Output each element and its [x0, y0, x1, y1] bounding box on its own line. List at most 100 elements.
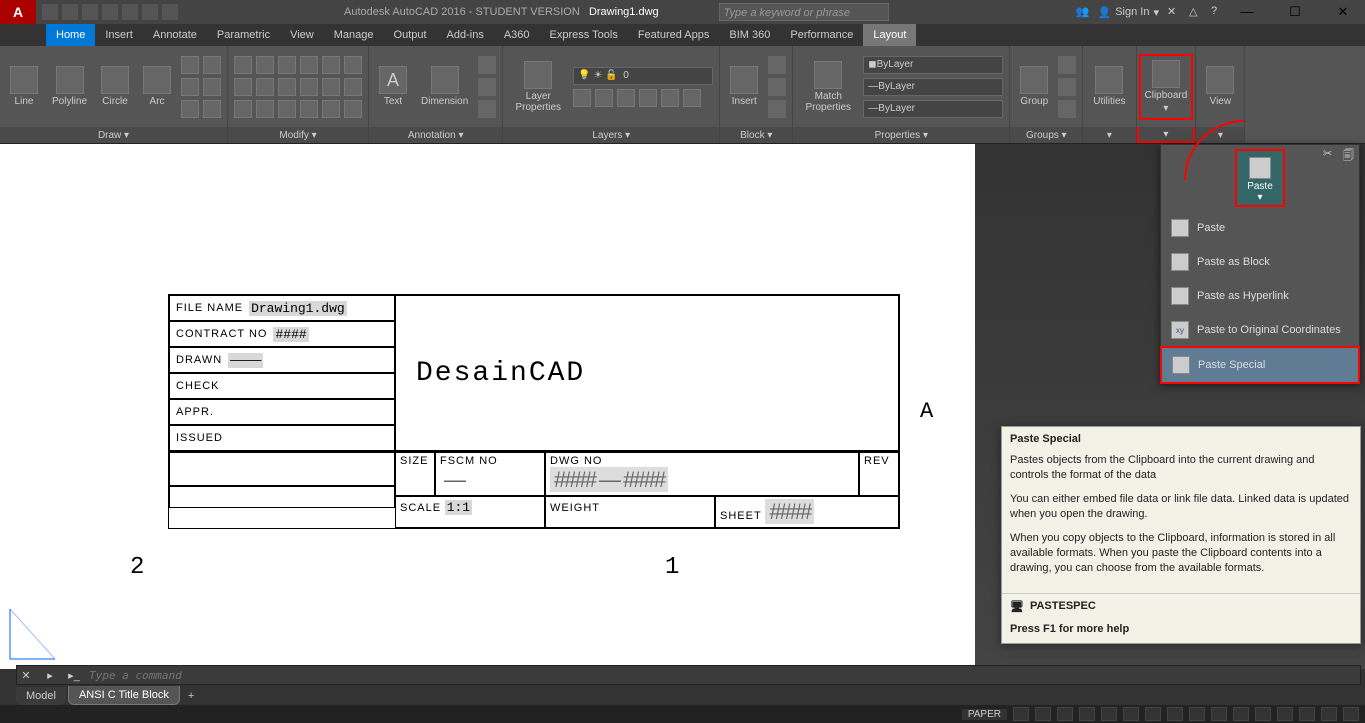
menu-paste[interactable]: Paste [1161, 211, 1359, 245]
tb-dwg-value[interactable]: #### — #### [550, 467, 668, 492]
color-selector[interactable]: ◼ ByLayer [863, 56, 1003, 74]
new-icon[interactable] [42, 4, 58, 20]
anno-icon[interactable] [1233, 707, 1249, 721]
snap-icon[interactable] [1035, 707, 1051, 721]
explode-icon[interactable] [256, 78, 274, 96]
tab-express[interactable]: Express Tools [540, 24, 628, 46]
group-button[interactable]: Group [1016, 64, 1052, 109]
close-button[interactable]: ✕ [1329, 4, 1357, 20]
command-line[interactable]: ✕ ▸ ▸_ [16, 665, 1361, 685]
save-icon[interactable] [82, 4, 98, 20]
edit-icon[interactable] [344, 100, 362, 118]
erase-icon[interactable] [300, 56, 318, 74]
utilities-button[interactable]: Utilities [1089, 64, 1129, 109]
menu-paste-special[interactable]: Paste Special [1160, 346, 1360, 384]
mtext-icon[interactable] [478, 100, 496, 118]
tab-addins[interactable]: Add-ins [437, 24, 494, 46]
grid-icon[interactable] [1013, 707, 1029, 721]
tb-sheet-value[interactable]: #### [765, 499, 814, 524]
maximize-button[interactable]: ☐ [1281, 4, 1309, 20]
panel-block-label[interactable]: Block ▾ [720, 127, 792, 143]
menu-paste-hyperlink[interactable]: Paste as Hyperlink [1161, 279, 1359, 313]
draw-rect-icon[interactable] [181, 56, 199, 74]
clipboard-dropdown[interactable]: ▾ [1137, 127, 1196, 143]
tab-view[interactable]: View [280, 24, 324, 46]
leader-icon[interactable] [478, 56, 496, 74]
polar-icon[interactable] [1079, 707, 1095, 721]
tb-contract-value[interactable]: #### [273, 327, 308, 342]
insert-button[interactable]: Insert [726, 64, 762, 109]
lengthen-icon[interactable] [322, 100, 340, 118]
panel-annotation-label[interactable]: Annotation ▾ [369, 127, 502, 143]
tab-annotate[interactable]: Annotate [143, 24, 207, 46]
draw-point-icon[interactable] [181, 100, 199, 118]
tab-bim360[interactable]: BIM 360 [719, 24, 780, 46]
menu-paste-block[interactable]: Paste as Block [1161, 245, 1359, 279]
lwt-icon[interactable] [1145, 707, 1161, 721]
search-box[interactable]: Type a keyword or phrase [719, 3, 889, 21]
layer-lock-icon[interactable] [617, 89, 635, 107]
tb-main-title[interactable]: DesainCAD [395, 295, 899, 451]
layer-iso-icon[interactable] [683, 89, 701, 107]
chamfer-icon[interactable] [300, 100, 318, 118]
close-cmd-icon[interactable]: ✕ [17, 666, 35, 684]
tab-home[interactable]: Home [46, 24, 95, 46]
tab-layout[interactable]: Layout [863, 24, 916, 46]
a360-icon[interactable]: △ [1189, 5, 1203, 19]
tb-drawn-value[interactable]: ———— [228, 353, 263, 368]
panel-modify-label[interactable]: Modify ▾ [228, 127, 368, 143]
layer-properties-button[interactable]: Layer Properties [509, 59, 567, 115]
dimension-button[interactable]: Dimension [417, 64, 472, 109]
tab-output[interactable]: Output [384, 24, 437, 46]
ungroup-icon[interactable] [1058, 56, 1076, 74]
layer-match-icon[interactable] [639, 89, 657, 107]
mirror-icon[interactable] [344, 56, 362, 74]
lineweight-selector[interactable]: — ByLayer [863, 78, 1003, 96]
move-icon[interactable] [234, 56, 252, 74]
tb-fscm-value[interactable]: — [440, 467, 540, 493]
menu-paste-orig[interactable]: xyPaste to Original Coordinates [1161, 313, 1359, 347]
monitor-icon[interactable] [1277, 707, 1293, 721]
copy-icon[interactable] [322, 56, 340, 74]
panel-layers-label[interactable]: Layers ▾ [503, 127, 719, 143]
table-icon[interactable] [478, 78, 496, 96]
fillet-icon[interactable] [234, 78, 252, 96]
view-dropdown[interactable]: ▾ [1196, 127, 1244, 143]
signin-button[interactable]: 👤 Sign In ▾ [1098, 6, 1159, 19]
tab-parametric[interactable]: Parametric [207, 24, 280, 46]
panel-draw-label[interactable]: Draw ▾ [0, 127, 227, 143]
clean-icon[interactable] [1321, 707, 1337, 721]
ortho-icon[interactable] [1057, 707, 1073, 721]
redo-icon[interactable] [162, 4, 178, 20]
layer-freeze-icon[interactable] [595, 89, 613, 107]
linetype-selector[interactable]: — ByLayer [863, 100, 1003, 118]
offset-icon[interactable] [344, 78, 362, 96]
create-block-icon[interactable] [768, 56, 786, 74]
tab-performance[interactable]: Performance [780, 24, 863, 46]
scale-icon[interactable] [300, 78, 318, 96]
exchange-icon[interactable]: ✕ [1167, 5, 1181, 19]
tab-model[interactable]: Model [16, 687, 66, 705]
circle-button[interactable]: Circle [97, 64, 133, 109]
tb-scale-value[interactable]: 1:1 [445, 500, 472, 515]
draw-region-icon[interactable] [203, 100, 221, 118]
print-icon[interactable] [122, 4, 138, 20]
command-input[interactable] [89, 669, 1360, 682]
saveas-icon[interactable] [102, 4, 118, 20]
undo-icon[interactable] [142, 4, 158, 20]
custom-icon[interactable] [1343, 707, 1359, 721]
cut-icon[interactable]: ✂ [1323, 147, 1337, 161]
break-icon[interactable] [256, 100, 274, 118]
group-select-icon[interactable] [1058, 100, 1076, 118]
tab-insert[interactable]: Insert [95, 24, 143, 46]
text-button[interactable]: AText [375, 64, 411, 109]
draw-hatch-icon[interactable] [181, 78, 199, 96]
layer-selector[interactable]: 💡 ☀ 🔓 0 [573, 67, 713, 85]
osnap-icon[interactable] [1101, 707, 1117, 721]
join-icon[interactable] [278, 100, 296, 118]
trim-icon[interactable] [278, 56, 296, 74]
array-icon[interactable] [322, 78, 340, 96]
copy-clip-icon[interactable]: 🗐 [1343, 147, 1357, 161]
transparency-icon[interactable] [1167, 707, 1183, 721]
help-icon[interactable]: ? [1211, 5, 1225, 19]
